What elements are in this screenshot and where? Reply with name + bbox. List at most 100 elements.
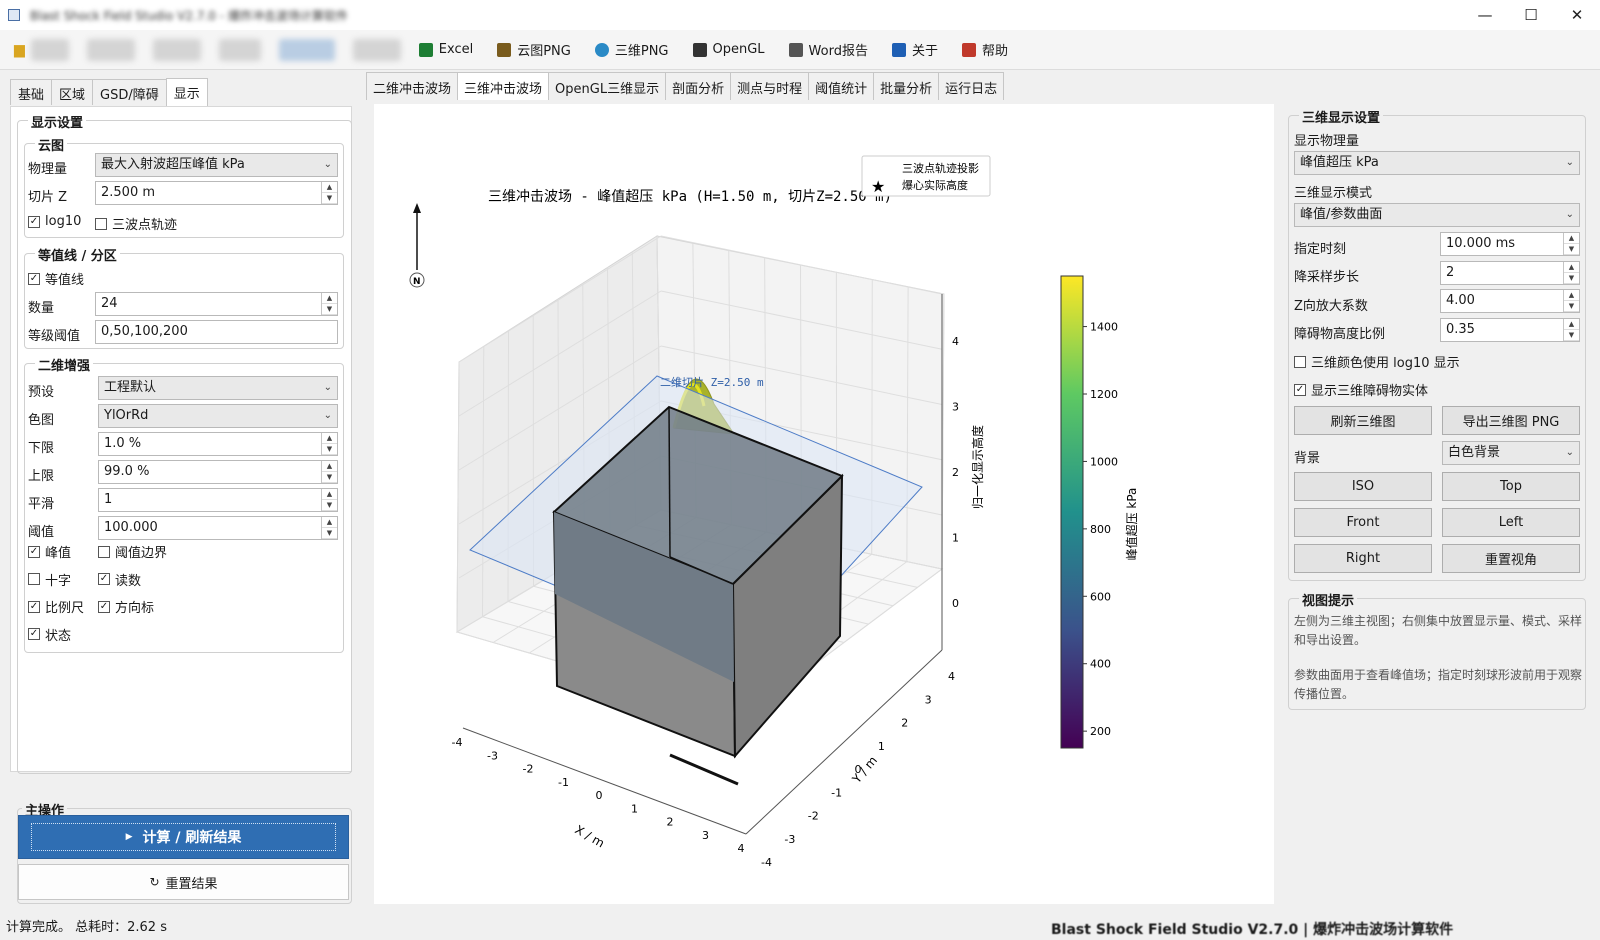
maximize-button[interactable]: ☐ [1508, 0, 1554, 30]
spin-buttons[interactable]: ▲ ▼ [321, 489, 337, 511]
checkbox-label: 方向标 [115, 601, 155, 616]
toolbar-excel-button[interactable]: Excel [418, 40, 473, 59]
export-3d-button[interactable]: 导出三维图 PNG [1442, 406, 1580, 435]
contour-checkbox[interactable]: ✓ 等值线 [28, 269, 84, 288]
upper-value: 99.0 % [104, 464, 150, 479]
center-tab[interactable]: 批量分析 [873, 72, 940, 100]
r-mode-label: 三维显示模式 [1294, 186, 1373, 201]
spin-buttons[interactable]: ▲ ▼ [321, 293, 337, 315]
toolbar-info-button[interactable]: 关于 [891, 40, 938, 59]
enhance-checkbox[interactable]: ✓ 方向标 [98, 597, 154, 616]
r-quantity-select[interactable]: 峰值超压 kPa ⌄ [1294, 151, 1580, 175]
left-tab[interactable]: GSD/障碍 [92, 79, 167, 105]
chart-3d[interactable]: 二维切片 Z=2.50 m -4 -3 -2 -1 0 1 2 3 4 -4 -3 -2 -1 0 1 2 3 4… [374, 104, 1274, 904]
spin-buttons[interactable]: ▲ ▼ [321, 433, 337, 455]
r-obs-field[interactable]: 0.35 ▲ ▼ [1440, 318, 1580, 342]
r-zscale-field[interactable]: 4.00 ▲ ▼ [1440, 289, 1580, 313]
enhance-checkbox[interactable]: ✓ 比例尺 [28, 597, 84, 616]
z-tick-label: 1 [952, 532, 959, 545]
enhance-checkbox[interactable]: 十字 [28, 570, 71, 589]
x-axis-label: X / m [573, 822, 607, 850]
enhance-title: 二维增强 [35, 355, 94, 374]
colorbar-label: 峰值超压 kPa [1124, 488, 1139, 561]
view-button[interactable]: Left [1442, 508, 1580, 537]
folder-icon[interactable]: ▆ [14, 42, 25, 58]
refresh-3d-button[interactable]: 刷新三维图 [1294, 406, 1432, 435]
enhance-checkbox[interactable]: ✓ 状态 [28, 625, 71, 644]
center-tab[interactable]: 二维冲击波场 [366, 72, 459, 100]
spin-buttons[interactable]: ▲ ▼ [1563, 319, 1579, 341]
spin-buttons[interactable]: ▲ ▼ [1563, 233, 1579, 255]
left-tab[interactable]: 显示 [165, 78, 208, 106]
reset-button[interactable]: ↻ 重置结果 [18, 864, 349, 900]
blurred-toolbar-item[interactable] [152, 38, 201, 61]
left-tab[interactable]: 区域 [51, 79, 94, 105]
show-obstacle-checkbox[interactable]: ✓ 显示三维障碍物实体 [1294, 380, 1428, 399]
toolbar: ▆ Excel 云图PNG 三维PNG OpenGL Word报告 关于 帮助 [0, 30, 1600, 70]
r-step-field[interactable]: 2 ▲ ▼ [1440, 261, 1580, 285]
slice-z-value: 2.500 m [101, 185, 156, 200]
r-time-field[interactable]: 10.000 ms ▲ ▼ [1440, 232, 1580, 256]
center-tab[interactable]: 测点与时程 [730, 72, 810, 100]
view-button[interactable]: 重置视角 [1442, 544, 1580, 573]
r-mode-select[interactable]: 峰值/参数曲面 ⌄ [1294, 203, 1580, 227]
count-field[interactable]: 24 ▲ ▼ [95, 292, 338, 316]
center-tab[interactable]: OpenGL三维显示 [548, 72, 667, 100]
center-tab[interactable]: 剖面分析 [665, 72, 732, 100]
blurred-toolbar-item[interactable] [352, 38, 401, 61]
toolbar-help-button[interactable]: 帮助 [961, 40, 1008, 59]
enhance-checkbox[interactable]: ✓ 峰值 [28, 542, 71, 561]
z-tick-label: 3 [952, 401, 959, 414]
close-button[interactable]: ✕ [1554, 0, 1600, 30]
spin-buttons[interactable]: ▲ ▼ [321, 182, 337, 204]
preset-select[interactable]: 工程默认 ⌄ [98, 376, 338, 400]
spin-buttons[interactable]: ▲ ▼ [1563, 262, 1579, 284]
cmap-select[interactable]: YlOrRd ⌄ [98, 404, 338, 428]
view-button[interactable]: Front [1294, 508, 1432, 537]
log-color-checkbox[interactable]: 三维颜色使用 log10 显示 [1294, 352, 1460, 371]
checkbox-label: 比例尺 [45, 601, 85, 616]
blurred-toolbar-item[interactable] [30, 38, 69, 61]
app-icon [8, 9, 20, 21]
toolbar-image-button[interactable]: 云图PNG [497, 40, 571, 59]
toolbar-globe-button[interactable]: 三维PNG [594, 40, 669, 59]
toolbar-item-label: 云图PNG [517, 44, 571, 59]
lower-field[interactable]: 1.0 % ▲ ▼ [98, 432, 338, 456]
enhance-checkbox[interactable]: ✓ 读数 [98, 570, 141, 589]
enhance-checkbox[interactable]: 阈值边界 [98, 542, 167, 561]
trajectory-checkbox[interactable]: 三波点轨迹 [95, 214, 177, 233]
blurred-toolbar-item[interactable] [218, 38, 261, 61]
compute-button[interactable]: ▶ 计算 / 刷新结果 [18, 815, 349, 859]
thr-field[interactable]: 100.000 ▲ ▼ [98, 516, 338, 540]
blurred-toolbar-item[interactable] [278, 38, 335, 61]
left-tab[interactable]: 基础 [10, 79, 53, 105]
r-obs-label: 障碍物高度比例 [1294, 327, 1386, 342]
view-button[interactable]: Right [1294, 544, 1432, 573]
minimize-button[interactable]: — [1462, 0, 1508, 30]
view-button[interactable]: Top [1442, 472, 1580, 501]
left-tabs: 基础 区域 GSD/障碍 显示 [10, 78, 208, 107]
view-button[interactable]: ISO [1294, 472, 1432, 501]
spin-buttons[interactable]: ▲ ▼ [321, 461, 337, 483]
toolbar-monitor-button[interactable]: OpenGL [692, 40, 765, 59]
smooth-field[interactable]: 1 ▲ ▼ [98, 488, 338, 512]
center-tab[interactable]: 阈值统计 [808, 72, 875, 100]
center-tab[interactable]: 三维冲击波场 [457, 72, 550, 100]
blurred-toolbar-item[interactable] [86, 38, 135, 61]
spin-buttons[interactable]: ▲ ▼ [1563, 290, 1579, 312]
y-tick-label: 4 [948, 670, 955, 683]
threshold-field[interactable]: 0,50,100,200 [95, 320, 338, 344]
spin-buttons[interactable]: ▲ ▼ [321, 517, 337, 539]
smooth-value: 1 [104, 492, 113, 507]
upper-field[interactable]: 99.0 % ▲ ▼ [98, 460, 338, 484]
center-tab[interactable]: 运行日志 [938, 72, 1005, 100]
checkbox-label: 读数 [115, 573, 142, 589]
bg-select[interactable]: 白色背景 ⌄ [1442, 441, 1580, 465]
r-time-value: 10.000 ms [1446, 236, 1516, 251]
log10-checkbox[interactable]: ✓ log10 [28, 214, 81, 229]
slice-z-field[interactable]: 2.500 m ▲ ▼ [95, 181, 338, 205]
plot-area[interactable]: 二维切片 Z=2.50 m -4 -3 -2 -1 0 1 2 3 4 -4 -3 -2 -1 0 1 2 3 4… [374, 104, 1274, 904]
slice-label: 切片 Z [28, 190, 68, 205]
toolbar-document-button[interactable]: Word报告 [788, 40, 868, 59]
quantity-select[interactable]: 最大入射波超压峰值 kPa ⌄ [95, 153, 338, 177]
